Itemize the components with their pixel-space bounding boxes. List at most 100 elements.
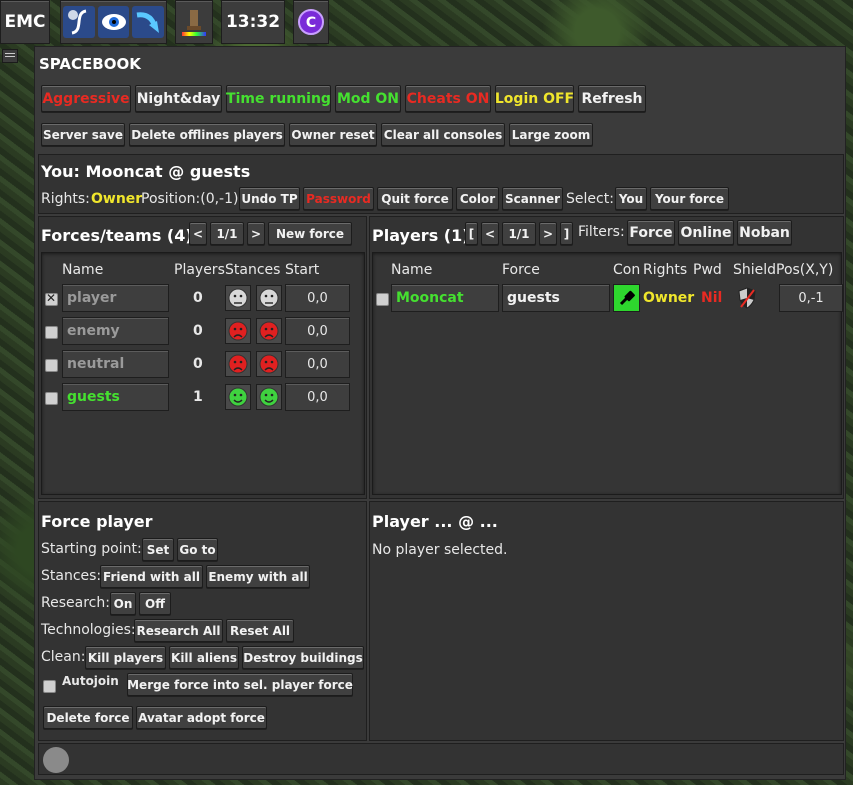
enemy-stance-face-icon[interactable]	[225, 351, 251, 377]
force-name[interactable]: guests	[62, 383, 169, 411]
filter-force-button[interactable]: Force	[627, 220, 675, 245]
destroy-buildings-button[interactable]: Destroy buildings	[242, 646, 364, 669]
col-con: Con	[613, 262, 641, 278]
col-force: Force	[502, 262, 540, 278]
gear-spline-icon[interactable]	[63, 6, 95, 38]
plug-icon[interactable]	[613, 284, 640, 312]
player-force[interactable]: guests	[502, 284, 610, 312]
enemy-stance-face-icon[interactable]	[256, 318, 282, 344]
players-next-button[interactable]: >	[539, 222, 557, 245]
select-your-force-button[interactable]: Your force	[650, 187, 729, 210]
filter-online-button[interactable]: Online	[678, 220, 734, 245]
creative-mode-icon[interactable]: C	[293, 0, 329, 44]
position-readout: Position:(0,-1)	[141, 191, 239, 207]
force-select-checkbox[interactable]	[45, 291, 58, 306]
delete-offline-players-button[interactable]: Delete offlines players	[129, 123, 285, 146]
force-start-position[interactable]: 0,0	[285, 317, 350, 345]
server-save-button[interactable]: Server save	[41, 123, 125, 146]
enemy-stance-face-icon[interactable]	[256, 351, 282, 377]
kill-aliens-button[interactable]: Kill aliens	[169, 646, 239, 669]
force-name[interactable]: player	[62, 284, 169, 312]
force-name[interactable]: neutral	[62, 350, 169, 378]
col-shield: Shield	[733, 262, 777, 278]
filters-label: Filters:	[578, 224, 625, 240]
cheats-on-toggle[interactable]: Cheats ON	[405, 85, 491, 112]
friend-stance-face-icon[interactable]	[256, 384, 282, 410]
force-select-checkbox[interactable]	[45, 326, 58, 339]
select-you-button[interactable]: You	[615, 187, 647, 210]
avatar-adopt-force-button[interactable]: Avatar adopt force	[136, 706, 267, 729]
neutral-stance-face-icon[interactable]	[225, 285, 251, 311]
player-detail-panel: Player ... @ ... No player selected.	[369, 501, 844, 741]
research-off-button[interactable]: Off	[139, 592, 171, 615]
refresh-button[interactable]: Refresh	[578, 85, 646, 112]
owner-reset-button[interactable]: Owner reset	[289, 123, 377, 146]
mod-on-toggle[interactable]: Mod ON	[335, 85, 401, 112]
set-start-button[interactable]: Set	[142, 538, 174, 561]
undo-tp-button[interactable]: Undo TP	[239, 187, 300, 210]
new-force-button[interactable]: New force	[268, 222, 352, 245]
starting-point-label: Starting point:	[41, 541, 142, 557]
force-name[interactable]: enemy	[62, 317, 169, 345]
forces-prev-button[interactable]: <	[189, 222, 207, 245]
player-name[interactable]: Mooncat	[391, 284, 499, 312]
forces-table: Name Players Stances Start player 0 0,0 ene…	[41, 252, 365, 495]
friend-stance-face-icon[interactable]	[225, 384, 251, 410]
window-title: SPACEBOOK	[39, 55, 141, 73]
research-on-button[interactable]: On	[110, 592, 136, 615]
player-pos[interactable]: 0,-1	[779, 284, 843, 312]
player-rights: Owner	[643, 290, 695, 306]
arrow-icon[interactable]	[132, 6, 165, 38]
autojoin-checkbox[interactable]	[43, 680, 56, 693]
players-first-button[interactable]: [	[465, 222, 478, 245]
enemy-with-all-button[interactable]: Enemy with all	[206, 565, 310, 588]
force-player-count: 0	[193, 290, 203, 306]
menu-icon[interactable]	[2, 49, 18, 63]
aggressive-toggle[interactable]: Aggressive	[41, 85, 131, 112]
force-player-heading: Force player	[41, 512, 153, 531]
bottom-bar	[38, 743, 844, 775]
neutral-stance-face-icon[interactable]	[256, 285, 282, 311]
login-off-toggle[interactable]: Login OFF	[495, 85, 574, 112]
research-all-button[interactable]: Research All	[134, 619, 223, 642]
player-detail-empty: No player selected.	[372, 542, 508, 558]
enemy-stance-face-icon[interactable]	[225, 318, 251, 344]
eye-icon[interactable]	[97, 6, 130, 38]
friend-with-all-button[interactable]: Friend with all	[100, 565, 203, 588]
autojoin-label: Autojoin	[62, 674, 119, 688]
technologies-label: Technologies:	[41, 622, 136, 638]
reset-all-button[interactable]: Reset All	[226, 619, 294, 642]
force-player-count: 1	[193, 389, 203, 405]
players-page: 1/1	[502, 222, 536, 245]
players-last-button[interactable]: ]	[560, 222, 573, 245]
force-start-position[interactable]: 0,0	[285, 383, 350, 411]
force-start-position[interactable]: 0,0	[285, 350, 350, 378]
rights-label: Rights:	[41, 191, 90, 207]
rocket-icon[interactable]	[175, 0, 213, 44]
kill-players-button[interactable]: Kill players	[85, 646, 166, 669]
col-name: Name	[391, 262, 433, 278]
delete-force-button[interactable]: Delete force	[43, 706, 133, 729]
filter-noban-button[interactable]: Noban	[737, 220, 792, 245]
merge-force-button[interactable]: Merge force into sel. player force	[127, 673, 353, 696]
clear-all-consoles-button[interactable]: Clear all consoles	[381, 123, 505, 146]
force-select-checkbox[interactable]	[45, 359, 58, 372]
time-running-toggle[interactable]: Time running	[226, 85, 331, 112]
emc-button[interactable]: EMC	[0, 0, 50, 44]
force-start-position[interactable]: 0,0	[285, 284, 350, 312]
color-button[interactable]: Color	[456, 187, 499, 210]
player-select-checkbox[interactable]	[376, 293, 389, 306]
large-zoom-button[interactable]: Large zoom	[509, 123, 593, 146]
scanner-button[interactable]: Scanner	[502, 187, 563, 210]
go-to-start-button[interactable]: Go to	[177, 538, 218, 561]
shield-icon[interactable]	[736, 284, 758, 312]
select-label: Select:	[566, 191, 614, 207]
status-circle-icon[interactable]	[43, 747, 69, 773]
players-prev-button[interactable]: <	[481, 222, 499, 245]
night-day-toggle[interactable]: Night&day	[135, 85, 222, 112]
quit-force-button[interactable]: Quit force	[377, 187, 453, 210]
forces-next-button[interactable]: >	[247, 222, 265, 245]
password-button[interactable]: Password	[303, 187, 374, 210]
force-player-count: 0	[193, 356, 203, 372]
force-select-checkbox[interactable]	[45, 392, 58, 405]
